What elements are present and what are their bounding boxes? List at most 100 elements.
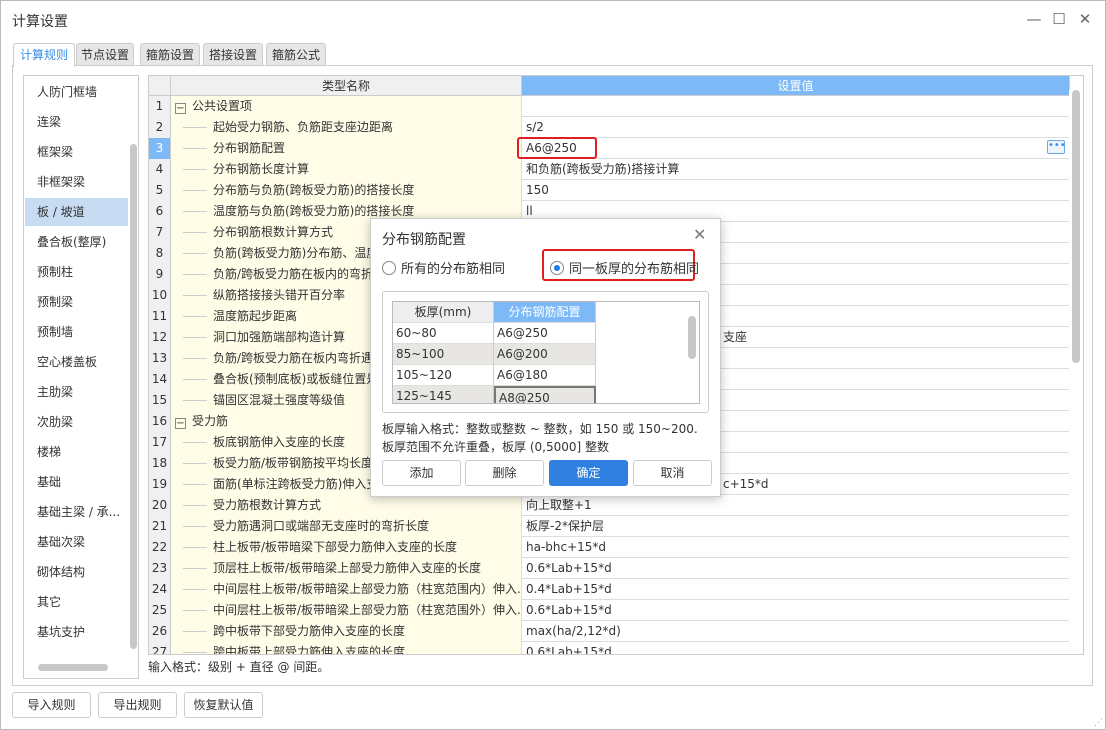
sidebar-item[interactable]: 砌体结构	[25, 558, 128, 586]
table-row[interactable]: 25 中间层柱上板带/板带暗梁上部受力筋（柱宽范围外）伸入... 0.6*Lab+1…	[149, 600, 1070, 621]
maximize-button[interactable]: ☐	[1047, 8, 1071, 30]
sidebar-vscrollbar[interactable]	[130, 144, 137, 649]
table-row[interactable]: 4 分布钢筋长度计算 和负筋(跨板受力筋)搭接计算	[149, 159, 1070, 180]
table-row[interactable]: 23 顶层柱上板带/板带暗梁上部受力筋伸入支座的长度 0.6*Lab+15*d	[149, 558, 1070, 579]
table-row[interactable]: 26 跨中板带下部受力筋伸入支座的长度 max(ha/2,12*d)	[149, 621, 1070, 642]
row-value-cell[interactable]	[522, 96, 1070, 117]
row-name-cell[interactable]: 中间层柱上板带/板带暗梁上部受力筋（柱宽范围外）伸入...	[171, 600, 522, 621]
row-name-cell[interactable]: 中间层柱上板带/板带暗梁上部受力筋（柱宽范围内）伸入...	[171, 579, 522, 600]
tab-2[interactable]: 箍筋设置	[140, 43, 200, 66]
row-name: 温度筋与负筋(跨板受力筋)的搭接长度	[213, 204, 415, 218]
config-cell[interactable]: A6@180	[494, 365, 596, 386]
row-value-cell[interactable]: 0.4*Lab+15*d	[522, 579, 1070, 600]
sidebar-item[interactable]: 预制柱	[25, 258, 128, 286]
row-name-cell[interactable]: 跨中板带下部受力筋伸入支座的长度	[171, 621, 522, 642]
row-name-cell[interactable]: 跨中板带上部受力筋伸入支座的长度	[171, 642, 522, 654]
tree-line-icon	[183, 295, 207, 296]
grid-vscrollbar[interactable]	[1069, 90, 1083, 654]
row-value-cell[interactable]: 和负筋(跨板受力筋)搭接计算	[522, 159, 1070, 180]
resize-grip[interactable]: ⋰	[1094, 718, 1103, 728]
delete-button[interactable]: 删除	[465, 460, 544, 486]
config-cell[interactable]: A6@250	[494, 323, 596, 344]
more-options-button[interactable]: •••	[1047, 140, 1066, 154]
sidebar-item[interactable]: 空心楼盖板	[25, 348, 128, 376]
row-value-cell[interactable]: 板厚-2*保护层	[522, 516, 1070, 537]
table-row[interactable]: 2 起始受力钢筋、负筋距支座边距离 s/2	[149, 117, 1070, 138]
minimize-button[interactable]: —	[1022, 8, 1046, 30]
row-value-cell[interactable]: 0.6*Lab+15*d	[522, 642, 1070, 654]
config-cell[interactable]: A6@200	[494, 344, 596, 365]
table-row[interactable]: 27 跨中板带上部受力筋伸入支座的长度 0.6*Lab+15*d	[149, 642, 1070, 654]
row-value-cell[interactable]: A6@250	[522, 138, 1070, 159]
sidebar-hscrollbar[interactable]	[38, 664, 108, 671]
thickness-cell[interactable]: 60~80	[393, 323, 494, 344]
row-value-cell[interactable]: 向上取整+1	[522, 495, 1070, 516]
row-name-cell[interactable]: 分布钢筋长度计算	[171, 159, 522, 180]
thickness-cell[interactable]: 105~120	[393, 365, 494, 386]
table-row[interactable]: 24 中间层柱上板带/板带暗梁上部受力筋（柱宽范围内）伸入... 0.4*Lab+1…	[149, 579, 1070, 600]
sidebar-item[interactable]: 次肋梁	[25, 408, 128, 436]
sidebar-item[interactable]: 基础次梁	[25, 528, 128, 556]
tab-3[interactable]: 搭接设置	[203, 43, 263, 66]
cancel-button[interactable]: 取消	[633, 460, 712, 486]
row-name-cell[interactable]: 起始受力钢筋、负筋距支座边距离	[171, 117, 522, 138]
table-row[interactable]: 22 柱上板带/板带暗梁下部受力筋伸入支座的长度 ha-bhc+15*d	[149, 537, 1070, 558]
sidebar-item[interactable]: 框架梁	[25, 138, 128, 166]
tab-1[interactable]: 节点设置	[76, 43, 134, 66]
row-value-cell[interactable]: max(ha/2,12*d)	[522, 621, 1070, 642]
dialog-close-icon[interactable]: ✕	[693, 225, 706, 244]
sidebar-item[interactable]: 楼梯	[25, 438, 128, 466]
radio-same-thickness[interactable]: 同一板厚的分布筋相同	[550, 258, 699, 277]
sidebar-item[interactable]: 基础	[25, 468, 128, 496]
row-index: 16	[149, 411, 171, 432]
sidebar-item[interactable]: 连梁	[25, 108, 128, 136]
thickness-cell[interactable]: 85~100	[393, 344, 494, 365]
row-name-cell[interactable]: 柱上板带/板带暗梁下部受力筋伸入支座的长度	[171, 537, 522, 558]
collapse-icon[interactable]: −	[175, 103, 186, 114]
scroll-thumb[interactable]	[1072, 90, 1080, 363]
sidebar-item[interactable]: 预制墙	[25, 318, 128, 346]
table-row[interactable]: 5 分布筋与负筋(跨板受力筋)的搭接长度 150	[149, 180, 1070, 201]
close-button[interactable]: ✕	[1073, 8, 1097, 30]
sidebar-item[interactable]: 基坑支护	[25, 618, 128, 646]
row-value-cell[interactable]: 150	[522, 180, 1070, 201]
row-name-cell[interactable]: 分布筋与负筋(跨板受力筋)的搭接长度	[171, 180, 522, 201]
tab-0[interactable]: 计算规则	[13, 43, 75, 67]
row-value-cell[interactable]: 0.6*Lab+15*d	[522, 600, 1070, 621]
row-name-cell[interactable]: 分布钢筋配置	[171, 138, 522, 159]
table-row[interactable]: 20 受力筋根数计算方式 向上取整+1	[149, 495, 1070, 516]
ok-button[interactable]: 确定	[549, 460, 628, 486]
sidebar-item[interactable]: 主肋梁	[25, 378, 128, 406]
row-value-cell[interactable]: 0.6*Lab+15*d	[522, 558, 1070, 579]
row-name-cell[interactable]: 受力筋根数计算方式	[171, 495, 522, 516]
radio-all-same[interactable]: 所有的分布筋相同	[382, 258, 505, 277]
export-rules-button[interactable]: 导出规则	[98, 692, 177, 718]
table-row[interactable]: 21 受力筋遇洞口或端部无支座时的弯折长度 板厚-2*保护层	[149, 516, 1070, 537]
sidebar-item[interactable]: 基础主梁 / 承...	[25, 498, 128, 526]
row-value-cell[interactable]: ha-bhc+15*d	[522, 537, 1070, 558]
sidebar-item[interactable]: 板 / 坡道	[25, 198, 128, 226]
collapse-icon[interactable]: −	[175, 418, 186, 429]
table-row[interactable]: 3 分布钢筋配置 A6@250	[149, 138, 1070, 159]
add-button[interactable]: 添加	[382, 460, 461, 486]
row-index: 4	[149, 159, 171, 180]
row-name-cell[interactable]: 受力筋遇洞口或端部无支座时的弯折长度	[171, 516, 522, 537]
row-value-cell[interactable]: s/2	[522, 117, 1070, 138]
sidebar-item[interactable]: 人防门框墙	[25, 78, 128, 106]
sidebar-item[interactable]: 其它	[25, 588, 128, 616]
row-name-cell[interactable]: − 公共设置项	[171, 96, 522, 117]
restore-defaults-button[interactable]: 恢复默认值	[184, 692, 263, 718]
thickness-table-frame: 板厚(mm) 分布钢筋配置 60~80 A6@250 85~100 A6@200 105…	[382, 291, 709, 413]
sidebar-item[interactable]: 非框架梁	[25, 168, 128, 196]
config-cell[interactable]: A8@250	[494, 386, 596, 403]
tree-line-icon	[183, 379, 207, 380]
thickness-cell[interactable]: 125~145	[393, 386, 494, 403]
table-row[interactable]: 1− 公共设置项	[149, 96, 1070, 117]
table-scrollbar[interactable]	[688, 316, 696, 359]
sidebar-item[interactable]: 预制梁	[25, 288, 128, 316]
config-header: 分布钢筋配置	[494, 302, 596, 323]
sidebar-item[interactable]: 叠合板(整厚)	[25, 228, 128, 256]
import-rules-button[interactable]: 导入规则	[12, 692, 91, 718]
row-name-cell[interactable]: 顶层柱上板带/板带暗梁上部受力筋伸入支座的长度	[171, 558, 522, 579]
tab-4[interactable]: 箍筋公式	[266, 43, 326, 66]
